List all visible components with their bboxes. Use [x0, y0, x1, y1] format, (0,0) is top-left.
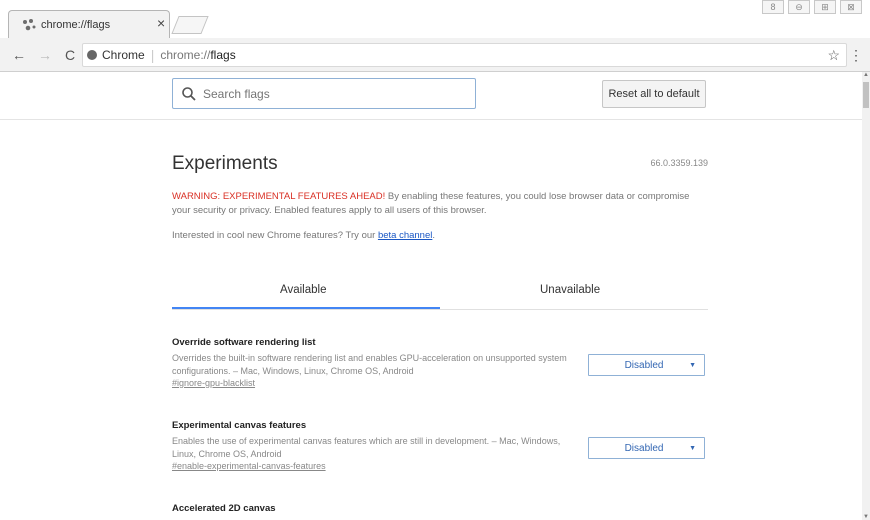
beta-promo-end: . [432, 230, 435, 241]
flag-link[interactable]: #enable-experimental-canvas-features [172, 461, 708, 471]
flag-state-select[interactable]: Disabled ▼ [588, 354, 705, 376]
url-prefix: chrome:// [160, 48, 211, 62]
warning-heading: WARNING: EXPERIMENTAL FEATURES AHEAD! [172, 191, 386, 202]
beta-channel-link[interactable]: beta channel [378, 230, 432, 241]
minimize-button[interactable]: ⊖ [788, 0, 810, 14]
search-input[interactable] [203, 86, 463, 101]
flag-description: Overrides the built-in software renderin… [172, 353, 567, 376]
flag-item: Experimental canvas features Enables the… [172, 420, 708, 471]
tab-title: chrome://flags [41, 19, 111, 31]
flags-header: Reset all to default [0, 72, 862, 120]
new-tab-button[interactable] [171, 16, 209, 34]
window-controls: 8 ⊖ ⊞ ⊠ [762, 0, 862, 14]
warning-text: WARNING: EXPERIMENTAL FEATURES AHEAD! By… [172, 190, 692, 218]
url-text: chrome://flags [160, 48, 235, 62]
omnibox-separator: | [150, 47, 155, 63]
selected-tab-indicator [172, 307, 440, 309]
flag-item: Accelerated 2D canvas [172, 503, 708, 514]
site-info-chip[interactable]: Chrome [83, 48, 145, 62]
back-button[interactable]: ← [12, 47, 26, 63]
search-box[interactable] [172, 78, 476, 109]
browser-tab[interactable]: chrome://flags × [8, 10, 170, 38]
tab-available[interactable]: Available [280, 284, 326, 296]
scroll-up-icon[interactable]: ▲ [862, 72, 870, 78]
version-label: 66.0.3359.139 [650, 158, 708, 168]
flag-state-value: Disabled [624, 359, 664, 371]
beta-promo: Interested in cool new Chrome features? … [172, 230, 435, 241]
flags-icon [23, 19, 36, 31]
flag-state-value: Disabled [624, 442, 664, 454]
address-bar[interactable]: Chrome | chrome://flags ☆ [82, 43, 847, 67]
page-title: Experiments [172, 153, 278, 174]
tab-unavailable[interactable]: Unavailable [540, 284, 600, 296]
flag-name: Accelerated 2D canvas [172, 503, 276, 514]
beta-promo-text: Interested in cool new Chrome features? … [172, 230, 378, 241]
site-label: Chrome [102, 48, 145, 62]
flag-name: Experimental canvas features [172, 420, 307, 431]
bookmark-star-icon[interactable]: ☆ [827, 47, 840, 64]
forward-button[interactable]: → [38, 47, 52, 63]
dropdown-arrow-icon: ▼ [689, 361, 696, 369]
profile-button[interactable]: 8 [762, 0, 784, 14]
reset-all-button[interactable]: Reset all to default [602, 80, 706, 108]
tab-strip: chrome://flags × 8 ⊖ ⊞ ⊠ [0, 0, 870, 38]
maximize-button[interactable]: ⊞ [814, 0, 836, 14]
flag-link[interactable]: #ignore-gpu-blacklist [172, 378, 708, 388]
tab-close-icon[interactable]: × [157, 15, 165, 31]
search-icon [182, 86, 196, 101]
flag-item: Override software rendering list Overrid… [172, 337, 708, 388]
flag-state-select[interactable]: Disabled ▼ [588, 437, 705, 459]
dropdown-arrow-icon: ▼ [689, 444, 696, 452]
page-scrollbar[interactable]: ▲ ▼ [862, 72, 870, 520]
scroll-thumb[interactable] [863, 82, 869, 108]
reload-button[interactable]: C [65, 47, 75, 63]
flags-tabs: Available Unavailable [172, 278, 708, 310]
scroll-down-icon[interactable]: ▼ [862, 514, 870, 520]
chrome-icon [87, 50, 97, 60]
flag-description: Enables the use of experimental canvas f… [172, 436, 561, 459]
url-path: flags [210, 48, 236, 62]
browser-toolbar: ← → C Chrome | chrome://flags ☆ ⋮ [0, 38, 870, 72]
flag-name: Override software rendering list [172, 337, 316, 348]
close-window-button[interactable]: ⊠ [840, 0, 862, 14]
browser-menu-icon[interactable]: ⋮ [849, 47, 863, 64]
